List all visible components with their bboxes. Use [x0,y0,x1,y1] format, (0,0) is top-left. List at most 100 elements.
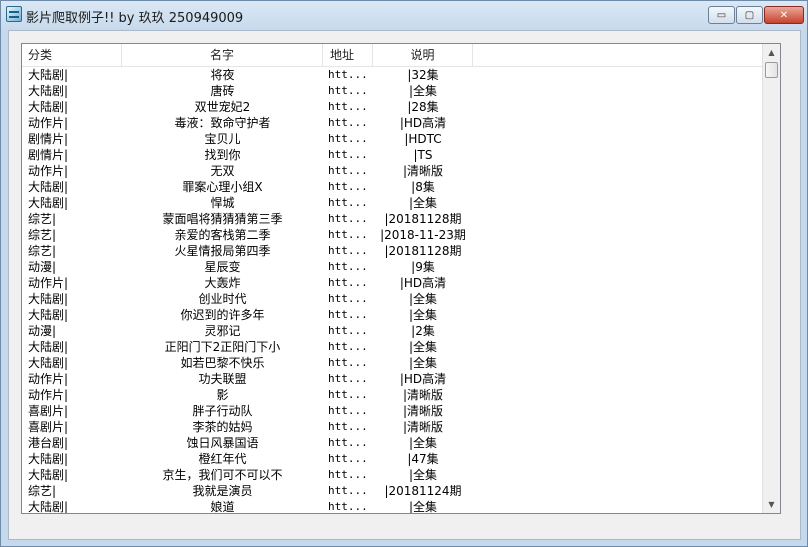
cell-category: 大陆剧| [28,68,69,82]
cell-description: |2集 [411,324,435,338]
table-row[interactable]: 综艺| 我就是演员 htt... |20181124期 [22,483,762,499]
app-icon[interactable] [6,6,22,22]
cell-description: |全集 [408,292,438,306]
table-row[interactable]: 动作片| 影 htt... |清晰版 [22,387,762,403]
table-row[interactable]: 综艺| 亲爱的客栈第二季 htt... |2018-11-23期 [22,227,762,243]
cell-description: |清晰版 [402,404,444,418]
table-row[interactable]: 大陆剧| 双世宠妃2 htt... |28集 [22,99,762,115]
scroll-up-icon[interactable]: ▲ [763,44,780,61]
maximize-icon: ▢ [744,9,755,21]
cell-address: htt... [328,196,368,209]
cell-category: 动作片| [28,116,69,130]
cell-name: 功夫联盟 [198,372,247,386]
client-area: 分类 名字 地址 说明 大陆剧| 将夜 htt... |32集 大陆剧| 唐砖 htt...… [8,30,801,540]
cell-description: |全集 [408,356,438,370]
cell-category: 大陆剧| [28,452,69,466]
cell-description: |全集 [408,500,438,514]
cell-category: 剧情片| [28,132,69,146]
minimize-button[interactable]: ▭ [708,6,735,24]
cell-name: 毒液：致命守护者 [174,116,271,130]
cell-description: |HD高清 [399,116,447,130]
table-row[interactable]: 动漫| 星辰变 htt... |9集 [22,259,762,275]
table-row[interactable]: 综艺| 火星情报局第四季 htt... |20181128期 [22,243,762,259]
table-row[interactable]: 综艺| 蒙面唱将猜猜猜第三季 htt... |20181128期 [22,211,762,227]
cell-address: htt... [328,356,368,369]
cell-address: htt... [328,276,368,289]
table-row[interactable]: 大陆剧| 如若巴黎不快乐 htt... |全集 [22,355,762,371]
cell-description: |9集 [411,260,435,274]
cell-name: 橙红年代 [198,452,247,466]
cell-address: htt... [328,228,368,241]
cell-address: htt... [328,420,368,433]
cell-name: 创业时代 [198,292,247,306]
column-header-description[interactable]: 说明 [373,44,473,66]
table-row[interactable]: 喜剧片| 胖子行动队 htt... |清晰版 [22,403,762,419]
cell-category: 动漫| [28,260,57,274]
cell-description: |全集 [408,468,438,482]
table-row[interactable]: 大陆剧| 创业时代 htt... |全集 [22,291,762,307]
table-row[interactable]: 大陆剧| 你迟到的许多年 htt... |全集 [22,307,762,323]
cell-address: htt... [328,292,368,305]
cell-description: |20181124期 [384,484,462,498]
close-button[interactable]: ✕ [764,6,804,24]
cell-address: htt... [328,404,368,417]
cell-name: 大轰炸 [204,276,241,290]
table-row[interactable]: 剧情片| 找到你 htt... |TS [22,147,762,163]
table-row[interactable]: 动作片| 功夫联盟 htt... |HD高清 [22,371,762,387]
table-row[interactable]: 动作片| 无双 htt... |清晰版 [22,163,762,179]
table-row[interactable]: 大陆剧| 唐砖 htt... |全集 [22,83,762,99]
cell-name: 京生，我们可不可以不 [162,468,283,482]
cell-description: |20181128期 [384,212,462,226]
table-row[interactable]: 大陆剧| 京生，我们可不可以不 htt... |全集 [22,467,762,483]
table-row[interactable]: 动作片| 大轰炸 htt... |HD高清 [22,275,762,291]
table-row[interactable]: 大陆剧| 悍城 htt... |全集 [22,195,762,211]
close-icon: ✕ [779,9,789,21]
cell-address: htt... [328,260,368,273]
cell-name: 胖子行动队 [192,404,253,418]
cell-name: 如若巴黎不快乐 [180,356,265,370]
cell-description: |清晰版 [402,164,444,178]
title-bar[interactable]: 影片爬取例子!! by 玖玖 250949009 ▭ ▢ ✕ [1,1,807,29]
cell-address: htt... [328,244,368,257]
table-row[interactable]: 动作片| 毒液：致命守护者 htt... |HD高清 [22,115,762,131]
cell-address: htt... [328,324,368,337]
table-row[interactable]: 剧情片| 宝贝儿 htt... |HDTC [22,131,762,147]
column-header-name[interactable]: 名字 [122,44,323,66]
cell-name: 悍城 [210,196,235,210]
table-row[interactable]: 大陆剧| 正阳门下2正阳门下小 htt... |全集 [22,339,762,355]
scroll-thumb[interactable] [765,62,778,78]
cell-description: |全集 [408,436,438,450]
table-row[interactable]: 大陆剧| 罪案心理小组X htt... |8集 [22,179,762,195]
table-row[interactable]: 港台剧| 蚀日风暴国语 htt... |全集 [22,435,762,451]
cell-category: 动作片| [28,372,69,386]
vertical-scrollbar[interactable]: ▲ ▼ [762,44,780,513]
table-row[interactable]: 大陆剧| 将夜 htt... |32集 [22,67,762,83]
cell-name: 蚀日风暴国语 [186,436,259,450]
cell-description: |HDTC [404,132,442,146]
cell-name: 无双 [210,164,235,178]
table-row[interactable]: 动漫| 灵邪记 htt... |2集 [22,323,762,339]
cell-description: |全集 [408,196,438,210]
cell-name: 蒙面唱将猜猜猜第三季 [162,212,283,226]
cell-category: 大陆剧| [28,340,69,354]
maximize-button[interactable]: ▢ [736,6,763,24]
movie-list[interactable]: 分类 名字 地址 说明 大陆剧| 将夜 htt... |32集 大陆剧| 唐砖 htt...… [21,43,781,514]
column-header-category[interactable]: 分类 [22,44,122,66]
minimize-icon: ▭ [716,9,727,21]
cell-address: htt... [328,308,368,321]
cell-address: htt... [328,436,368,449]
cell-address: htt... [328,132,368,145]
column-header-address[interactable]: 地址 [323,44,373,66]
cell-name: 唐砖 [210,84,235,98]
scroll-down-icon[interactable]: ▼ [763,496,780,513]
table-row[interactable]: 喜剧片| 李茶的姑妈 htt... |清晰版 [22,419,762,435]
cell-description: |HD高清 [399,276,447,290]
table-row[interactable]: 大陆剧| 橙红年代 htt... |47集 [22,451,762,467]
cell-description: |8集 [411,180,435,194]
cell-description: |全集 [408,340,438,354]
table-row[interactable]: 大陆剧| 娘道 htt... |全集 [22,499,762,514]
cell-address: htt... [328,116,368,129]
cell-name: 影 [216,388,229,402]
cell-name: 双世宠妃2 [194,100,251,114]
cell-address: htt... [328,84,368,97]
